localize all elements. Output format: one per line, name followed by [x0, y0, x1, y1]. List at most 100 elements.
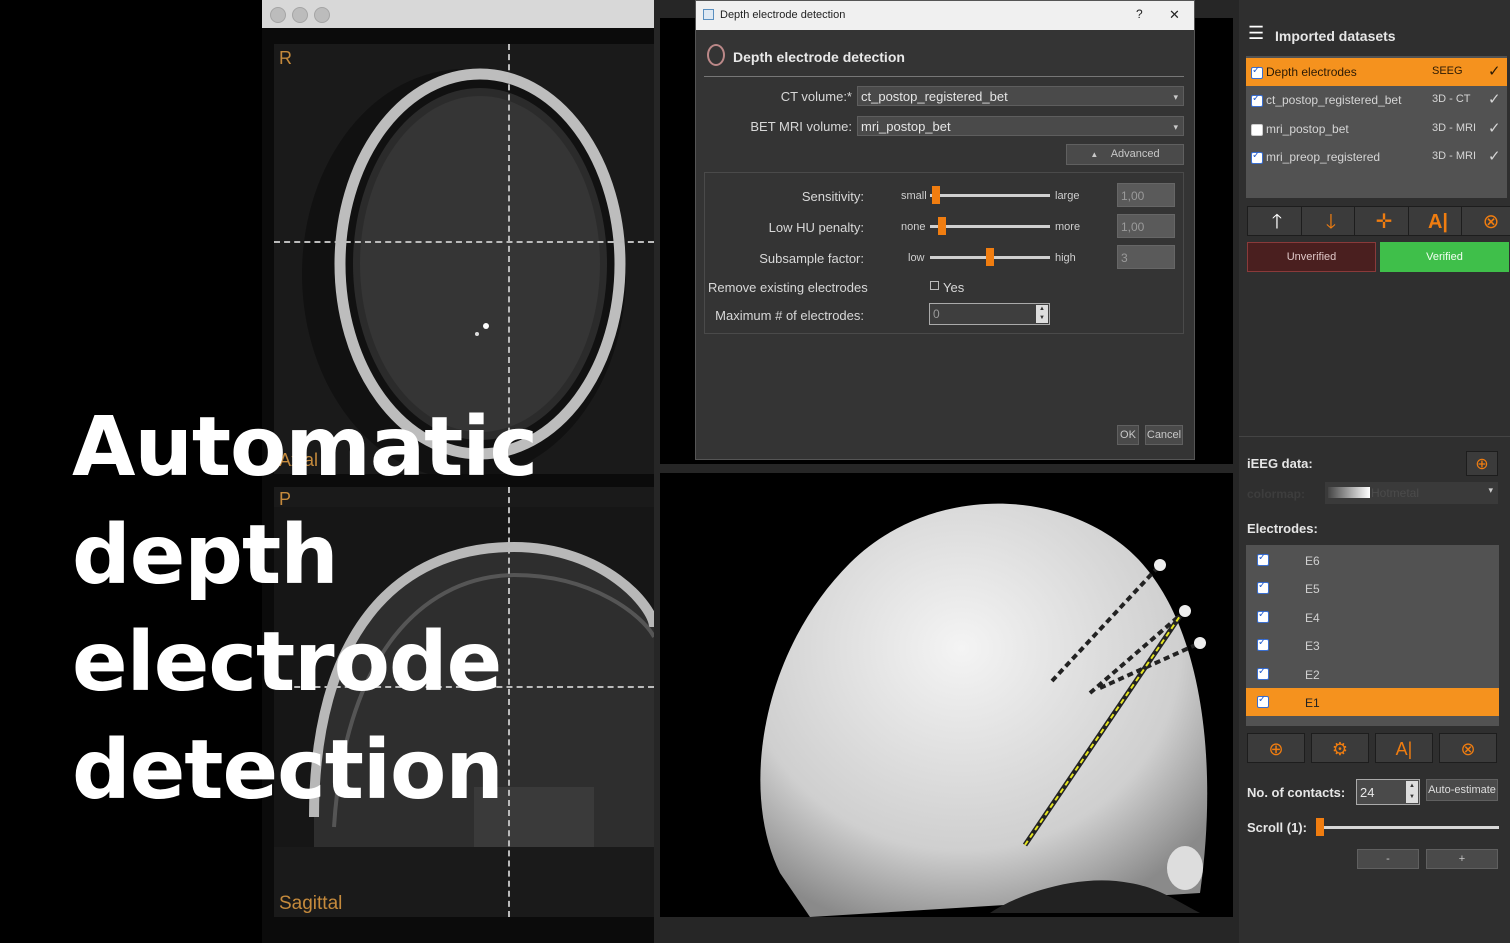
low-hu-slider-handle[interactable] — [938, 217, 946, 235]
electrode-checkbox[interactable] — [1257, 609, 1269, 623]
remove-dataset-button[interactable]: ⊗ — [1461, 206, 1510, 236]
scroll-slider-handle[interactable] — [1316, 818, 1324, 836]
rename-icon: A| — [1427, 211, 1449, 233]
max-electrodes-label: Maximum # of electrodes: — [715, 308, 864, 323]
colormap-select[interactable]: Hotmetal ▾ — [1325, 482, 1498, 504]
low-hu-max-label: more — [1055, 221, 1081, 233]
cancel-button[interactable]: Cancel — [1145, 425, 1183, 445]
chevron-down-icon: ▾ — [1488, 485, 1493, 495]
low-hu-slider-track[interactable] — [930, 225, 1050, 228]
spin-down-icon[interactable]: ▼ — [1036, 314, 1048, 323]
verified-check-icon: ✓ — [1488, 63, 1501, 80]
subsample-min-label: low — [908, 252, 925, 264]
low-hu-value-field[interactable]: 1,00 — [1117, 214, 1175, 238]
electrode-row[interactable]: E5 — [1246, 574, 1499, 602]
remove-electrodes-label: Remove existing electrodes — [708, 280, 868, 295]
dataset-name: mri_postop_bet — [1266, 122, 1349, 136]
help-button[interactable]: ? — [1136, 7, 1143, 21]
sagittal-view-label: Sagittal — [279, 893, 343, 914]
bet-mri-select[interactable]: mri_postop_bet ▾ — [857, 116, 1184, 136]
colormap-value: Hotmetal — [1371, 486, 1420, 500]
dataset-type: 3D - CT — [1432, 93, 1471, 105]
spin-down-icon[interactable]: ▼ — [1406, 792, 1418, 803]
bet-mri-value: mri_postop_bet — [861, 119, 951, 134]
electrode-name: E3 — [1305, 639, 1320, 653]
auto-estimate-button[interactable]: Auto-estimate — [1426, 779, 1498, 801]
ct-volume-value: ct_postop_registered_bet — [861, 89, 1008, 104]
add-ieeg-button[interactable]: ⊕ — [1466, 451, 1498, 476]
electrode-row[interactable]: E1 — [1246, 688, 1499, 716]
remove-electrode-button[interactable]: ⊗ — [1439, 733, 1497, 763]
subsample-slider-handle[interactable] — [986, 248, 994, 266]
title-line-2: depth — [72, 508, 339, 603]
ieeg-data-label: iEEG data: — [1247, 456, 1313, 471]
electrode-checkbox[interactable] — [1257, 580, 1269, 594]
electrode-row[interactable]: E2 — [1246, 660, 1499, 688]
section-divider — [1239, 436, 1510, 437]
electrode-checkbox[interactable] — [1257, 552, 1269, 566]
rename-button[interactable]: A| — [1408, 206, 1468, 236]
add-electrode-button[interactable]: ⊕ — [1247, 733, 1305, 763]
dataset-checkbox[interactable] — [1251, 124, 1263, 136]
dataset-row[interactable]: mri_preop_registered 3D - MRI ✓ — [1246, 143, 1507, 171]
window-close-icon[interactable] — [270, 7, 286, 23]
advanced-toggle-button[interactable]: ▲ Advanced — [1066, 144, 1184, 165]
electrodes-list: E6 E5 E4 E3 E2 E1 — [1246, 545, 1499, 726]
dataset-checkbox[interactable] — [1251, 150, 1263, 164]
dialog-header: Depth electrode detection — [733, 49, 905, 65]
arrow-up-icon: 🡑 — [1271, 211, 1283, 233]
spin-up-icon[interactable]: ▲ — [1406, 781, 1418, 792]
title-line-1: Automatic — [72, 400, 538, 495]
electrode-row[interactable]: E6 — [1246, 546, 1499, 574]
dataset-checkbox[interactable] — [1251, 93, 1263, 107]
contacts-spinbox[interactable]: 24 ▲ ▼ — [1356, 779, 1420, 805]
remove-electrodes-checkbox[interactable] — [930, 281, 939, 290]
unverified-button[interactable]: Unverified — [1247, 242, 1376, 272]
sensitivity-slider-track[interactable] — [930, 194, 1050, 197]
electrode-row[interactable]: E3 — [1246, 631, 1499, 659]
window-zoom-icon[interactable] — [314, 7, 330, 23]
electrode-checkbox[interactable] — [1257, 666, 1269, 680]
remove-circle-icon: ⊗ — [1460, 739, 1476, 759]
dataset-row[interactable]: Depth electrodes SEEG ✓ — [1246, 58, 1507, 86]
dataset-row[interactable]: ct_postop_registered_bet 3D - CT ✓ — [1246, 86, 1507, 114]
subsample-factor-label: Subsample factor: — [759, 251, 864, 266]
sensitivity-value-field[interactable]: 1,00 — [1117, 183, 1175, 207]
window-minimize-icon[interactable] — [292, 7, 308, 23]
move-up-button[interactable]: 🡑 — [1247, 206, 1307, 236]
ok-button[interactable]: OK — [1117, 425, 1139, 445]
verified-check-icon: ✓ — [1488, 120, 1501, 137]
max-electrodes-value: 0 — [933, 307, 940, 321]
ct-volume-select[interactable]: ct_postop_registered_bet ▾ — [857, 86, 1184, 106]
max-electrodes-spinbox[interactable]: 0 ▲ ▼ — [929, 303, 1050, 325]
dataset-row[interactable]: mri_postop_bet 3D - MRI ✓ — [1246, 115, 1507, 143]
spin-up-icon[interactable]: ▲ — [1036, 305, 1048, 314]
render-view-3d[interactable] — [660, 473, 1233, 917]
center-view-button[interactable]: ✛ — [1354, 206, 1414, 236]
right-panel: ☰ Imported datasets Depth electrodes SEE… — [1239, 0, 1510, 943]
electrode-checkbox[interactable] — [1257, 637, 1269, 651]
dataset-name: Depth electrodes — [1266, 65, 1357, 79]
electrode-checkbox[interactable] — [1257, 694, 1269, 708]
subsample-max-label: high — [1055, 252, 1076, 264]
sensitivity-slider-handle[interactable] — [932, 186, 940, 204]
sensitivity-max-label: large — [1055, 190, 1080, 202]
subsample-value-field[interactable]: 3 — [1117, 245, 1175, 269]
dataset-checkbox[interactable] — [1251, 65, 1263, 79]
close-button[interactable]: ✕ — [1169, 7, 1180, 23]
add-circle-icon: ⊕ — [1475, 456, 1489, 473]
slice-viewer-titlebar — [262, 0, 654, 28]
electrode-name: E1 — [1305, 696, 1320, 710]
scroll-slider-track[interactable] — [1317, 826, 1499, 829]
gear-icon: ⚙ — [1331, 739, 1349, 759]
rename-electrode-button[interactable]: A| — [1375, 733, 1433, 763]
electrode-row[interactable]: E4 — [1246, 603, 1499, 631]
verified-button[interactable]: Verified — [1380, 242, 1509, 272]
electrode-name: E4 — [1305, 611, 1320, 625]
electrode-settings-button[interactable]: ⚙ — [1311, 733, 1369, 763]
crosshair-icon: ✛ — [1375, 211, 1393, 233]
scroll-minus-button[interactable]: - — [1357, 849, 1419, 869]
move-down-button[interactable]: 🡓 — [1301, 206, 1361, 236]
dataset-name: ct_postop_registered_bet — [1266, 93, 1402, 107]
scroll-plus-button[interactable]: + — [1426, 849, 1498, 869]
